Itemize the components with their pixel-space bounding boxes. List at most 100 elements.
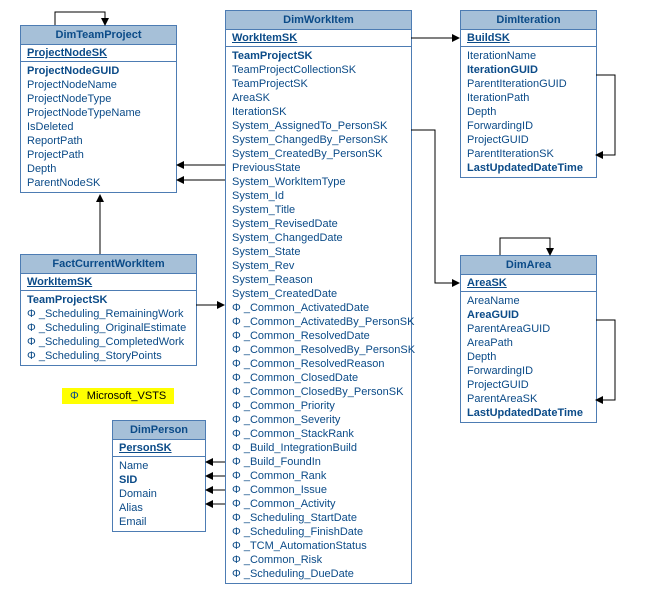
table-header: DimArea xyxy=(461,256,596,275)
table-header: DimWorkItem xyxy=(226,11,411,30)
legend-symbol: Φ xyxy=(70,390,79,402)
table-field: ParentNodeSK xyxy=(27,176,170,190)
table-field: Depth xyxy=(467,105,590,119)
table-field: Φ _Common_ClosedDate xyxy=(232,371,405,385)
table-field: Φ _Scheduling_FinishDate xyxy=(232,525,405,539)
table-field: TeamProjectSK xyxy=(232,49,405,63)
table-key: BuildSK xyxy=(461,30,596,47)
table-field: TeamProjectSK xyxy=(232,77,405,91)
table-field: Alias xyxy=(119,501,199,515)
table-field: AreaName xyxy=(467,294,590,308)
table-field: Φ _Scheduling_StartDate xyxy=(232,511,405,525)
table-field: System_ChangedBy_PersonSK xyxy=(232,133,405,147)
table-key: WorkItemSK xyxy=(226,30,411,47)
table-field: ProjectNodeTypeName xyxy=(27,106,170,120)
table-field: ProjectGUID xyxy=(467,133,590,147)
table-field: Φ _Common_ActivatedBy_PersonSK xyxy=(232,315,405,329)
table-field: System_Rev xyxy=(232,259,405,273)
legend-text: Microsoft_VSTS xyxy=(87,390,166,402)
table-field: LastUpdatedDateTime xyxy=(467,406,590,420)
table-field: System_ChangedDate xyxy=(232,231,405,245)
table-field: Φ _Common_Issue xyxy=(232,483,405,497)
table-body: TeamProjectSKTeamProjectCollectionSKTeam… xyxy=(226,47,411,583)
table-dimiteration: DimIteration BuildSK IterationNameIterat… xyxy=(460,10,597,178)
table-factcurrentworkitem: FactCurrentWorkItem WorkItemSK TeamProje… xyxy=(20,254,197,366)
table-field: Φ _Scheduling_OriginalEstimate xyxy=(27,321,190,335)
table-field: System_CreatedDate xyxy=(232,287,405,301)
table-field: LastUpdatedDateTime xyxy=(467,161,590,175)
table-field: ParentAreaGUID xyxy=(467,322,590,336)
table-header: DimIteration xyxy=(461,11,596,30)
table-body: ProjectNodeGUIDProjectNodeName ProjectNod… xyxy=(21,62,176,192)
table-field: IterationPath xyxy=(467,91,590,105)
table-field: System_Id xyxy=(232,189,405,203)
table-header: DimTeamProject xyxy=(21,26,176,45)
table-field: Φ _Common_Severity xyxy=(232,413,405,427)
table-field: Φ _Build_IntegrationBuild xyxy=(232,441,405,455)
table-field: ProjectPath xyxy=(27,148,170,162)
table-key: AreaSK xyxy=(461,275,596,292)
table-field: ProjectGUID xyxy=(467,378,590,392)
table-field: Φ _Common_ActivatedDate xyxy=(232,301,405,315)
table-field: IsDeleted xyxy=(27,120,170,134)
table-field: Email xyxy=(119,515,199,529)
table-field: ForwardingID xyxy=(467,119,590,133)
table-field: TeamProjectSK xyxy=(27,293,190,307)
table-body: NameSIDDomainAliasEmail xyxy=(113,457,205,531)
table-field: Φ _Common_Priority xyxy=(232,399,405,413)
table-field: Φ _Common_Risk xyxy=(232,553,405,567)
table-field: System_WorkItemType xyxy=(232,175,405,189)
table-key: PersonSK xyxy=(113,440,205,457)
table-field: Φ _Scheduling_CompletedWork xyxy=(27,335,190,349)
table-dimperson: DimPerson PersonSK NameSIDDomainAliasEma… xyxy=(112,420,206,532)
table-field: ParentIterationSK xyxy=(467,147,590,161)
table-field: System_AssignedTo_PersonSK xyxy=(232,119,405,133)
legend: Φ Microsoft_VSTS xyxy=(62,388,174,404)
table-field: Φ _Build_FoundIn xyxy=(232,455,405,469)
table-field: PreviousState xyxy=(232,161,405,175)
table-field: Φ _TCM_AutomationStatus xyxy=(232,539,405,553)
table-field: ForwardingID xyxy=(467,364,590,378)
table-field: Φ _Scheduling_StoryPoints xyxy=(27,349,190,363)
table-field: IterationGUID xyxy=(467,63,590,77)
table-header: DimPerson xyxy=(113,421,205,440)
table-field: ParentAreaSK xyxy=(467,392,590,406)
table-dimteamproject: DimTeamProject ProjectNodeSK ProjectNode… xyxy=(20,25,177,193)
table-field: Φ _Common_ResolvedReason xyxy=(232,357,405,371)
table-field: TeamProjectCollectionSK xyxy=(232,63,405,77)
table-field: Φ _Scheduling_DueDate xyxy=(232,567,405,581)
table-field: IterationName xyxy=(467,49,590,63)
table-key: ProjectNodeSK xyxy=(21,45,176,62)
table-field: System_CreatedBy_PersonSK xyxy=(232,147,405,161)
table-field: System_State xyxy=(232,245,405,259)
table-field: IterationSK xyxy=(232,105,405,119)
table-field: System_Title xyxy=(232,203,405,217)
table-field: AreaPath xyxy=(467,336,590,350)
table-field: Φ _Common_ResolvedDate xyxy=(232,329,405,343)
table-field: Φ _Scheduling_RemainingWork xyxy=(27,307,190,321)
table-field: AreaSK xyxy=(232,91,405,105)
table-dimworkitem: DimWorkItem WorkItemSK TeamProjectSKTeam… xyxy=(225,10,412,584)
table-field: ProjectNodeGUID xyxy=(27,64,170,78)
table-field: ProjectNodeName xyxy=(27,78,170,92)
table-field: System_Reason xyxy=(232,273,405,287)
table-field: ParentIterationGUID xyxy=(467,77,590,91)
table-field: SID xyxy=(119,473,199,487)
table-field: Depth xyxy=(27,162,170,176)
table-body: IterationNameIterationGUIDParentIteratio… xyxy=(461,47,596,177)
table-field: Φ _Common_ClosedBy_PersonSK xyxy=(232,385,405,399)
table-field: System_RevisedDate xyxy=(232,217,405,231)
table-field: Φ _Common_Activity xyxy=(232,497,405,511)
table-field: ReportPath xyxy=(27,134,170,148)
table-body: TeamProjectSKΦ _Scheduling_RemainingWork… xyxy=(21,291,196,365)
table-field: Φ _Common_StackRank xyxy=(232,427,405,441)
table-field: AreaGUID xyxy=(467,308,590,322)
table-field: Domain xyxy=(119,487,199,501)
table-key: WorkItemSK xyxy=(21,274,196,291)
table-dimarea: DimArea AreaSK AreaNameAreaGUIDParentAre… xyxy=(460,255,597,423)
table-field: Name xyxy=(119,459,199,473)
table-field: Φ _Common_ResolvedBy_PersonSK xyxy=(232,343,405,357)
table-body: AreaNameAreaGUIDParentAreaGUIDAreaPathDe… xyxy=(461,292,596,422)
table-field: Depth xyxy=(467,350,590,364)
table-header: FactCurrentWorkItem xyxy=(21,255,196,274)
